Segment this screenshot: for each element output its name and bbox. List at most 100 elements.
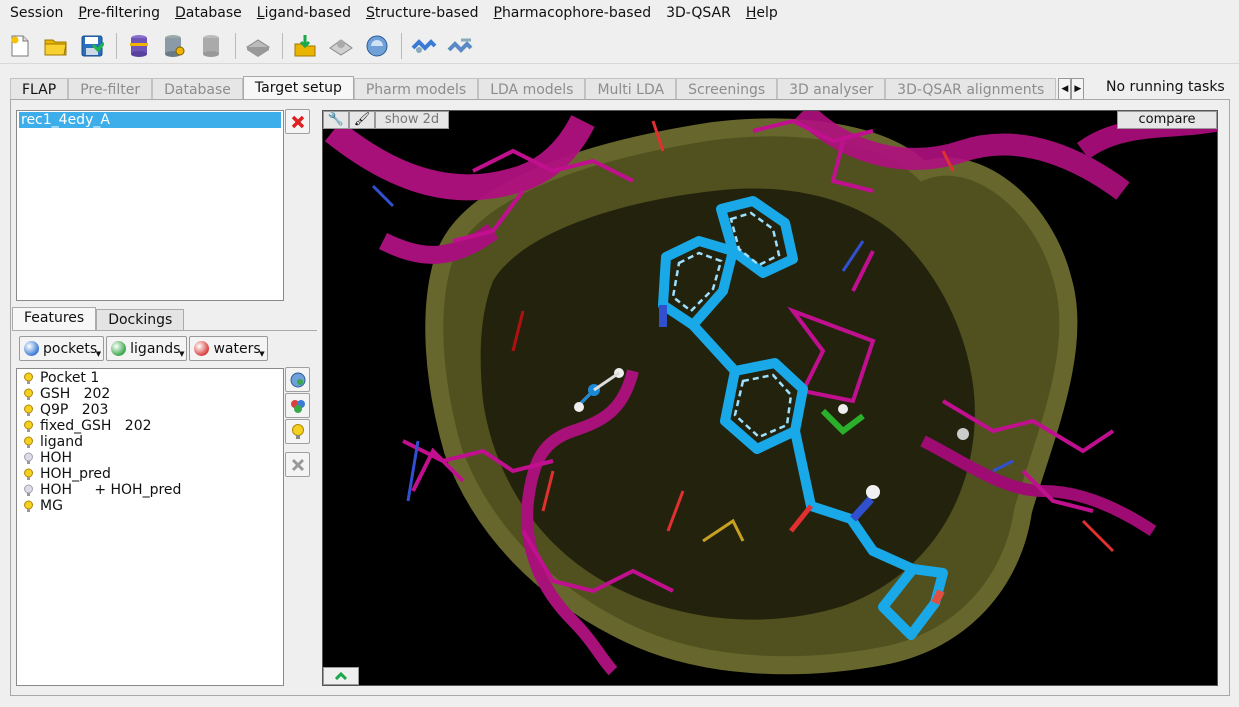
- database-search-icon[interactable]: [161, 32, 189, 60]
- menu-bar: Session Pre-filtering Database Ligand-based…: [0, 0, 1239, 26]
- list-item[interactable]: GSH 202: [17, 386, 283, 402]
- menu-structure-based[interactable]: Structure-based: [360, 0, 484, 26]
- dropdown-label: pockets: [43, 340, 98, 357]
- new-session-icon[interactable]: [6, 32, 34, 60]
- color-feature-button[interactable]: [285, 393, 310, 418]
- pockets-dropdown-button[interactable]: pockets ▼: [19, 336, 105, 361]
- lightbulb-icon[interactable]: [22, 484, 35, 497]
- molecule-scene[interactable]: [323, 111, 1218, 686]
- ligands-dropdown-button[interactable]: ligands ▼: [106, 336, 188, 361]
- remove-target-button[interactable]: [285, 109, 310, 134]
- tab-lda-models[interactable]: LDA models: [478, 78, 586, 101]
- import-icon[interactable]: [291, 32, 319, 60]
- tab-scroll-right-icon[interactable]: ▶: [1071, 78, 1085, 100]
- tab-3d-qsar-alignments[interactable]: 3D-QSAR alignments: [885, 78, 1057, 101]
- caret-down-icon: ▼: [95, 350, 102, 358]
- tab-database[interactable]: Database: [152, 78, 243, 101]
- lightbulb-icon[interactable]: [22, 452, 35, 465]
- pockets-sphere-icon: [24, 341, 39, 356]
- ligand-align-icon[interactable]: [446, 32, 474, 60]
- feature-list[interactable]: Pocket 1 GSH 202 Q9P 203 fixed_GSH 202 ligan…: [16, 368, 284, 686]
- tab-pre-filter[interactable]: Pre-filter: [68, 78, 153, 101]
- menu-pharmacophore-based[interactable]: Pharmacophore-based: [487, 0, 657, 26]
- pocket-search-button[interactable]: [285, 367, 310, 392]
- tab-flap[interactable]: FLAP: [10, 78, 69, 101]
- feature-label: HOH + HOH_pred: [40, 482, 182, 498]
- lightbulb-icon[interactable]: [22, 372, 35, 385]
- viewer-paint-button[interactable]: 🖌: [349, 111, 375, 129]
- feature-label: MG: [40, 498, 63, 514]
- subtab-features[interactable]: Features: [12, 307, 97, 331]
- feature-label: GSH 202: [40, 386, 111, 402]
- molecule-gray-icon[interactable]: [244, 32, 272, 60]
- molecule-3d-viewer[interactable]: 🔧 🖌 show 2d compare: [322, 110, 1218, 686]
- list-item[interactable]: HOH + HOH_pred: [17, 482, 283, 498]
- database-gray-icon[interactable]: [197, 32, 225, 60]
- dropdown-label: ligands: [130, 340, 181, 357]
- feature-subtabs: Features Dockings: [12, 307, 185, 331]
- list-item[interactable]: fixed_GSH 202: [17, 418, 283, 434]
- waters-dropdown-button[interactable]: waters ▼: [189, 336, 268, 361]
- menu-3d-qsar[interactable]: 3D-QSAR: [660, 0, 737, 26]
- lightbulb-icon[interactable]: [22, 436, 35, 449]
- list-item[interactable]: Q9P 203: [17, 402, 283, 418]
- target-item[interactable]: rec1_4edy_A: [19, 112, 281, 128]
- ligand-blue-icon[interactable]: [410, 32, 438, 60]
- protein-ribbon: [324, 114, 595, 201]
- expand-panel-button[interactable]: [323, 667, 359, 685]
- lightbulb-icon[interactable]: [22, 500, 35, 513]
- feature-label: Q9P 203: [40, 402, 109, 418]
- list-item[interactable]: MG: [17, 498, 283, 514]
- target-list[interactable]: rec1_4edy_A: [16, 110, 284, 301]
- close-red-icon: [291, 115, 304, 128]
- open-folder-icon[interactable]: [42, 32, 70, 60]
- lightbulb-icon[interactable]: [22, 388, 35, 401]
- tab-target-setup[interactable]: Target setup: [242, 76, 354, 101]
- caret-down-icon: ▼: [259, 350, 265, 358]
- compare-button[interactable]: compare: [1117, 111, 1217, 129]
- main-toolbar: [0, 28, 1239, 64]
- database-icon[interactable]: [125, 32, 153, 60]
- dropdown-label: waters: [213, 340, 261, 357]
- feature-label: fixed_GSH 202: [40, 418, 152, 434]
- caret-down-icon: ▼: [179, 350, 185, 358]
- tab-3d-analyser[interactable]: 3D analyser: [777, 78, 886, 101]
- menu-help[interactable]: Help: [740, 0, 784, 26]
- menu-pre-filtering[interactable]: Pre-filtering: [72, 0, 166, 26]
- lightbulb-icon: [291, 423, 304, 439]
- lightbulb-icon[interactable]: [22, 420, 35, 433]
- visibility-button[interactable]: [285, 419, 310, 444]
- menu-session[interactable]: Session: [4, 0, 69, 26]
- feature-label: ligand: [40, 434, 84, 450]
- pocket-search-icon: [290, 372, 305, 387]
- pocket-sphere-icon[interactable]: [363, 32, 391, 60]
- ligands-sphere-icon: [111, 341, 127, 356]
- tab-multi-lda[interactable]: Multi LDA: [585, 78, 677, 101]
- main-tabbar: FLAP Pre-filter Database Target setup Pharm …: [10, 76, 1085, 101]
- feature-label: Pocket 1: [40, 370, 100, 386]
- list-item[interactable]: Pocket 1: [17, 370, 283, 386]
- lightbulb-icon[interactable]: [22, 404, 35, 417]
- chevron-up-icon: [335, 672, 347, 680]
- waters-sphere-icon: [194, 341, 210, 356]
- list-item[interactable]: ligand: [17, 434, 283, 450]
- menu-ligand-based[interactable]: Ligand-based: [251, 0, 357, 26]
- tab-screenings[interactable]: Screenings: [676, 78, 778, 101]
- list-item[interactable]: HOH_pred: [17, 466, 283, 482]
- lightbulb-icon[interactable]: [22, 468, 35, 481]
- tab-scroll-left-icon[interactable]: ◀: [1058, 78, 1072, 100]
- tab-pharm-models[interactable]: Pharm models: [353, 78, 479, 101]
- viewer-tools-button[interactable]: 🔧: [323, 111, 349, 129]
- feature-dropdowns: pockets ▼ ligands ▼ waters ▼: [19, 336, 270, 361]
- delete-feature-button[interactable]: [285, 452, 310, 477]
- color-palette-icon: [290, 399, 305, 413]
- close-gray-icon: [291, 458, 304, 471]
- running-tasks-status: No running tasks: [1106, 79, 1225, 95]
- feature-label: HOH_pred: [40, 466, 111, 482]
- save-icon[interactable]: [78, 32, 106, 60]
- pharmacophore-icon[interactable]: [327, 32, 355, 60]
- show-2d-button[interactable]: show 2d: [375, 111, 449, 129]
- menu-database[interactable]: Database: [169, 0, 248, 26]
- subtab-dockings[interactable]: Dockings: [96, 309, 185, 331]
- list-item[interactable]: HOH: [17, 450, 283, 466]
